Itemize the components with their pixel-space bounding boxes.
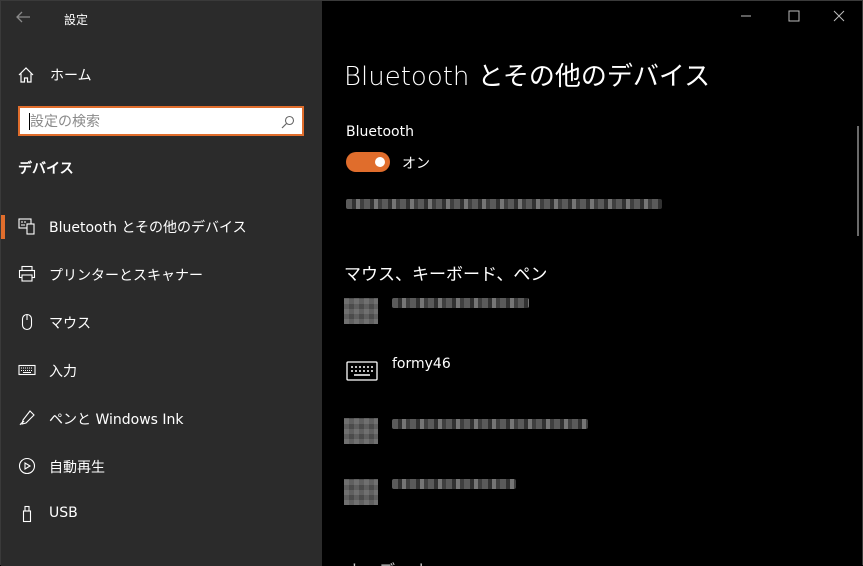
sidebar-item-bluetooth[interactable]: Bluetooth とその他のデバイス: [1, 202, 322, 250]
group-title: マウス、キーボード、ペン: [344, 265, 548, 285]
home-label: ホーム: [50, 68, 92, 84]
sidebar-item-printers[interactable]: プリンターとスキャナー: [1, 250, 322, 298]
usb-icon: [18, 505, 36, 523]
sidebar-nav: Bluetooth とその他のデバイス プリンターとスキャナー マウス 入力 ペ…: [1, 202, 322, 538]
pen-icon: [18, 409, 36, 427]
sidebar-item-label: プリンターとスキャナー: [49, 268, 203, 284]
section-title: デバイス: [18, 161, 74, 177]
sidebar-item-label: USB: [49, 505, 78, 521]
sidebar: 設定 ホーム デバイス Bluetooth とその他のデバイス: [1, 1, 322, 566]
page-title: Bluetooth とその他の​デバイス: [344, 62, 711, 92]
keyboard-icon: [346, 359, 378, 383]
redacted-device-icon[interactable]: [344, 418, 378, 444]
close-button[interactable]: [825, 7, 853, 29]
search-box[interactable]: [18, 106, 304, 136]
minimize-button[interactable]: [732, 7, 760, 29]
home-icon: [17, 66, 35, 84]
redacted-device-name[interactable]: [392, 419, 588, 429]
sidebar-item-typing[interactable]: 入力: [1, 346, 322, 394]
search-icon[interactable]: [281, 114, 295, 129]
sidebar-item-label: ペンと Windows Ink: [49, 412, 184, 428]
redacted-device-name[interactable]: [392, 479, 516, 489]
bluetooth-label: Bluetooth: [346, 124, 414, 140]
search-input[interactable]: [28, 112, 272, 132]
main-panel: Bluetooth とその他の​デバイス Bluetooth オン マウス、キー…: [322, 1, 862, 566]
printer-icon: [18, 265, 36, 283]
device-name[interactable]: formy46: [392, 356, 451, 372]
mouse-icon: [18, 313, 36, 331]
back-arrow-icon[interactable]: [15, 9, 37, 27]
redacted-discoverable-text: [346, 199, 662, 209]
window-title: 設定: [64, 13, 89, 27]
sidebar-item-label: 自動再生: [49, 460, 105, 476]
toggle-state-label: オン: [402, 156, 430, 172]
keyboard-input-icon: [18, 361, 36, 379]
bluetooth-devices-icon: [18, 217, 36, 235]
redacted-device-name[interactable]: [392, 298, 529, 308]
maximize-button[interactable]: [780, 7, 808, 29]
toggle-knob: [375, 157, 385, 167]
autoplay-icon: [18, 457, 36, 475]
sidebar-item-label: マウス: [49, 316, 91, 332]
redacted-device-icon[interactable]: [344, 298, 378, 324]
selection-indicator: [1, 215, 5, 239]
bluetooth-toggle[interactable]: [346, 152, 390, 172]
sidebar-item-mouse[interactable]: マウス: [1, 298, 322, 346]
redacted-device-icon[interactable]: [344, 479, 378, 505]
scrollbar[interactable]: [857, 126, 859, 236]
sidebar-item-usb[interactable]: USB: [1, 490, 322, 538]
sidebar-item-autoplay[interactable]: 自動再生: [1, 442, 322, 490]
sidebar-item-home[interactable]: ホーム: [17, 63, 92, 87]
sidebar-item-label: 入力: [49, 364, 77, 380]
sidebar-item-pen[interactable]: ペンと Windows Ink: [1, 394, 322, 442]
sidebar-item-label: Bluetooth とその他のデバイス: [49, 220, 247, 236]
settings-window: 設定 ホーム デバイス Bluetooth とその他のデバイス: [0, 0, 863, 566]
text-caret: [29, 113, 30, 130]
